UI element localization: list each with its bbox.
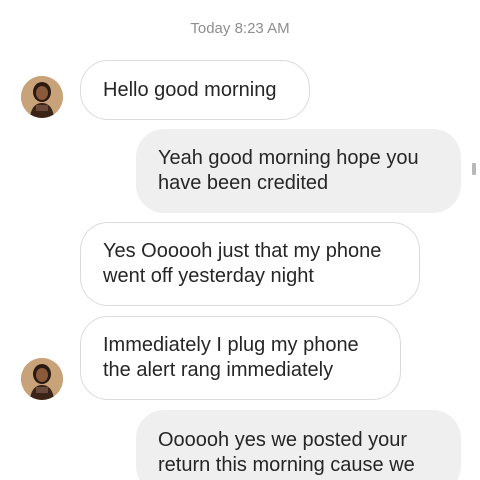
message-text: Yeah good morning hope you have been cre…	[158, 147, 419, 194]
message-text: Immediately I plug my phone the alert ra…	[103, 334, 359, 381]
contact-avatar[interactable]	[21, 76, 63, 118]
message-timestamp: Today 8:23 AM	[190, 20, 290, 37]
sent-message-bubble[interactable]: Yeah good morning hope you have been cre…	[136, 129, 461, 213]
sent-message-bubble[interactable]: Oooooh yes we posted your return this mo…	[136, 410, 461, 480]
message-text: Oooooh yes we posted your return this mo…	[158, 429, 415, 476]
message-text: Hello good morning	[103, 78, 277, 101]
received-message-bubble[interactable]: Yes Oooooh just that my phone went off y…	[80, 222, 420, 306]
received-message-bubble[interactable]: Hello good morning	[80, 60, 310, 120]
message-text: Yes Oooooh just that my phone went off y…	[103, 240, 382, 287]
contact-avatar[interactable]	[21, 358, 63, 400]
profile-photo-icon	[21, 76, 63, 118]
message-status-icon	[472, 163, 476, 175]
chat-screen: Today 8:23 AM Hello good morning Yeah go…	[0, 0, 480, 480]
received-message-bubble[interactable]: Immediately I plug my phone the alert ra…	[80, 316, 401, 400]
profile-photo-icon	[21, 358, 63, 400]
